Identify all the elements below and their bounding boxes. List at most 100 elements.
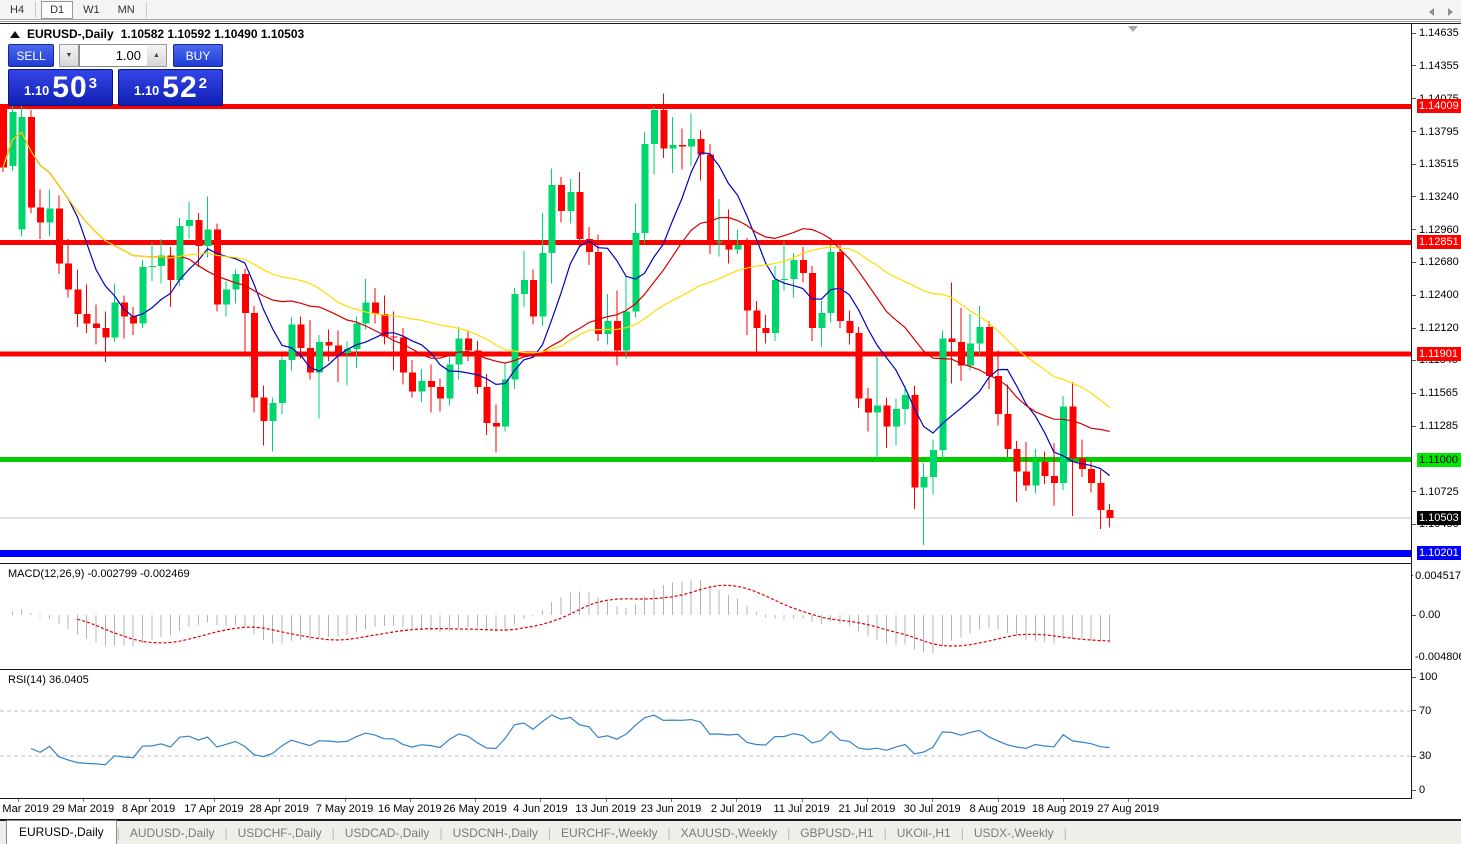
rsi-pane[interactable] [0,670,1411,798]
date-label: 27 Aug 2019 [1097,803,1159,815]
time-tick [606,799,607,802]
level-price-chip: 1.10201 [1417,546,1461,560]
rsi-tick-label: 100 [1412,671,1461,683]
time-tick [1063,799,1064,802]
chart-tab-gbpusd[interactable]: GBPUSD-,H1 [790,823,883,844]
date-label: 2 Jul 2019 [711,803,762,815]
chart-symbol-label: EURUSD-,Daily [27,27,114,41]
price-tick-label: 1.14635 [1412,27,1461,39]
price-tick-label: 1.14355 [1412,60,1461,72]
price-tick-label: 1.11285 [1412,420,1461,432]
time-tick [214,799,215,802]
time-tick [802,799,803,802]
time-tick [932,799,933,802]
timeframe-button-w1[interactable]: W1 [75,1,108,19]
price-tick-label: 1.11565 [1412,387,1461,399]
one-click-trading-panel: SELL ▼ ▲ BUY 1.10 50 3 1.10 52 2 [8,44,223,106]
buy-price-sup: 2 [199,75,207,92]
macd-tick-label: 0.004517 [1412,570,1461,582]
time-tick [410,799,411,802]
chart-tab-usdcad[interactable]: USDCAD-,Daily [335,823,440,844]
date-label: 23 Jun 2019 [641,803,702,815]
sell-price-prefix: 1.10 [24,83,49,98]
tab-scroll-left-icon[interactable] [1429,8,1434,16]
sell-price-panel[interactable]: 1.10 50 3 [8,69,113,106]
time-tick [671,799,672,802]
macd-pane[interactable] [0,564,1411,668]
price-tick-label: 1.13795 [1412,126,1461,138]
frame-line [0,21,1461,22]
level-price-chip: 1.12851 [1417,235,1461,249]
date-label: 26 May 2019 [443,803,507,815]
timeframe-toolbar: H4 D1W1MN [0,0,1461,20]
chart-tab-bar: EURUSD-,Daily|AUDUSD-,Daily|USDCHF-,Dail… [0,821,1461,844]
volume-input[interactable] [79,44,147,67]
tab-scroll-arrows [1429,8,1453,16]
volume-decrease-button[interactable]: ▼ [59,44,79,67]
tab-separator: | [1064,826,1067,844]
price-tick-label: 1.12680 [1412,256,1461,268]
price-tick-label: 1.12960 [1412,224,1461,236]
level-price-chip: 1.11000 [1417,453,1461,467]
price-tick-label: 1.13240 [1412,191,1461,203]
price-axis[interactable]: 1.146351.143551.140751.137951.135151.132… [1412,24,1461,799]
sell-button[interactable]: SELL [8,44,54,67]
date-label: 8 Apr 2019 [122,803,175,815]
rsi-tick-label: 0 [1412,784,1461,796]
timeframe-button-h4[interactable]: H4 [2,1,32,19]
time-tick [867,799,868,802]
time-tick [83,799,84,802]
date-label: 7 May 2019 [316,803,373,815]
buy-button[interactable]: BUY [173,44,223,67]
time-tick [18,799,19,802]
rsi-tick-label: 70 [1412,705,1461,717]
sell-price-big: 50 [52,73,87,103]
time-tick [998,799,999,802]
chart-tab-ukoil[interactable]: UKOil-,H1 [887,823,961,844]
date-label: 11 Jul 2019 [774,803,830,815]
chart-tab-usdcnh[interactable]: USDCNH-,Daily [443,823,548,844]
price-tick-label: 1.12400 [1412,289,1461,301]
chart-ohlc-values: 1.10582 1.10592 1.10490 1.10503 [121,27,305,41]
volume-increase-button[interactable]: ▲ [147,44,167,67]
time-tick [736,799,737,802]
buy-price-panel[interactable]: 1.10 52 2 [118,69,223,106]
timeframe-button-d1[interactable]: D1 [41,1,73,19]
tab-scroll-right-icon[interactable] [1448,8,1453,16]
timeframe-button-mn[interactable]: MN [110,1,143,19]
date-label: 29 Mar 2019 [52,803,114,815]
current-price-chip: 1.10503 [1417,511,1461,525]
date-label: 4 Jun 2019 [513,803,567,815]
chart-tab-eurusd[interactable]: EURUSD-,Daily [6,820,117,844]
time-axis[interactable]: 20 Mar 201929 Mar 2019 8 Apr 2019 17 Apr 2… [0,799,1411,818]
date-label: 30 Jul 2019 [904,803,961,815]
time-tick [1128,799,1129,802]
chart-tab-usdx[interactable]: USDX-,Weekly [964,823,1064,844]
scroll-to-end-marker[interactable] [1128,26,1138,32]
price-tick-label: 1.10725 [1412,486,1461,498]
date-label: 20 Mar 2019 [0,803,49,815]
sell-price-sup: 3 [89,75,97,92]
macd-tick-label: 0.00 [1412,609,1461,621]
level-price-chip: 1.11901 [1417,347,1461,361]
chart-tab-audusd[interactable]: AUDUSD-,Daily [120,823,225,844]
buy-price-big: 52 [162,73,197,103]
price-tick-label: 1.12120 [1412,322,1461,334]
macd-label: MACD(12,26,9) -0.002799 -0.002469 [8,568,190,580]
time-tick [475,799,476,802]
rsi-label: RSI(14) 36.0405 [8,674,89,686]
chart-expand-icon[interactable] [10,31,20,38]
chart-tab-usdchf[interactable]: USDCHF-,Daily [228,823,332,844]
chart-tab-eurchf[interactable]: EURCHF-,Weekly [551,823,667,844]
time-tick [279,799,280,802]
macd-tick-label: -0.004806 [1412,651,1461,663]
time-tick [540,799,541,802]
date-label: 17 Apr 2019 [184,803,243,815]
level-price-chip: 1.14009 [1417,99,1461,113]
date-label: 16 May 2019 [378,803,442,815]
toolbar-separator [146,2,147,18]
chart-tab-xauusd[interactable]: XAUUSD-,Weekly [671,823,787,844]
buy-price-prefix: 1.10 [134,83,159,98]
rsi-tick-label: 30 [1412,750,1461,762]
date-label: 21 Jul 2019 [838,803,895,815]
